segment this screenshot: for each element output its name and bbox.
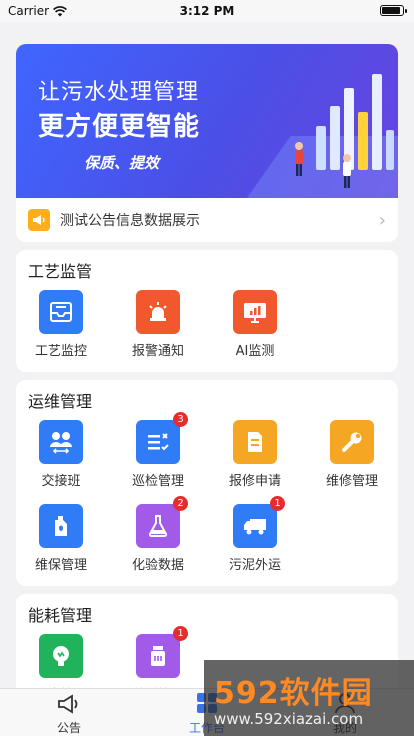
process-monitor-button[interactable]: 工艺监控 [16,290,106,359]
megaphone-icon [28,209,50,231]
item-label: 报修申请 [228,474,281,489]
item-label: 交接班 [41,474,81,489]
banner-illustration-bar [372,74,382,170]
tab-label: 公告 [56,721,81,735]
item-label: AI监测 [235,344,275,359]
service-manage-button[interactable]: 维保管理 [16,504,106,573]
truck-icon: 1 [233,496,285,548]
maintenance-manage-button[interactable]: 维修管理 [307,420,397,489]
watermark-url: www.592xiazai.com [214,710,364,728]
announcement-row[interactable]: 测试公告信息数据展示 › [16,198,398,242]
inspection-manage-button[interactable]: 3 巡检管理 [113,412,203,489]
people-swap-icon [39,420,83,464]
item-label: 污泥外运 [228,558,281,573]
lab-data-button[interactable]: 2 化验数据 [113,496,203,573]
sludge-transport-button[interactable]: 1 污泥外运 [210,496,300,573]
banner-headline-line1: 让污水处理管理 [38,80,200,105]
tab-announcement[interactable]: 公告 [0,689,138,736]
monitor-chart-icon [233,290,277,334]
inbox-tray-icon [39,290,83,334]
ai-monitor-button[interactable]: AI监测 [210,290,300,359]
clock: 3:12 PM [179,4,235,18]
notification-badge: 1 [173,626,188,641]
medicine-bottle-icon: 1 [136,626,188,678]
notification-badge: 3 [173,412,188,427]
megaphone-outline-icon [58,694,78,714]
section-title: 运维管理 [28,392,93,411]
section-process-supervision: 工艺监管 工艺监控 报警通知 AI监测 [16,250,398,372]
item-label: 巡检管理 [131,474,184,489]
lightbulb-icon [39,634,83,678]
watermark-brand: 592软件园 [214,676,373,711]
banner-tagline: 保质、提效 [84,154,160,172]
section-title: 工艺监管 [28,262,93,281]
checklist-icon: 3 [136,412,188,464]
item-label: 维保管理 [34,558,87,573]
status-bar: Carrier 3:12 PM [0,0,414,22]
chevron-right-icon: › [378,209,386,231]
alarm-siren-icon [136,290,180,334]
notification-badge: 1 [270,496,285,511]
section-operations: 运维管理 交接班 3 巡检管理 报修申请 维修管理 维保管理 2 化验数据 1 … [16,380,398,586]
banner-headline-line2: 更方便更智能 [38,112,201,142]
promo-banner[interactable]: 让污水处理管理 更方便更智能 保质、提效 [16,44,398,198]
repair-request-button[interactable]: 报修申请 [210,420,300,489]
item-label: 工艺监控 [34,344,87,359]
shift-handover-button[interactable]: 交接班 [16,420,106,489]
alarm-notice-button[interactable]: 报警通知 [113,290,203,359]
banner-illustration-bar [386,130,394,170]
battery-icon [380,5,407,16]
item-label: 化验数据 [131,558,184,573]
item-label: 报警通知 [131,344,184,359]
watermark-overlay: 592软件园 www.592xiazai.com [204,660,414,736]
banner-people-illustration [295,142,351,188]
oil-can-icon [39,504,83,548]
wrench-icon [330,420,374,464]
notification-badge: 2 [173,496,188,511]
banner-card: 让污水处理管理 更方便更智能 保质、提效 测试公告信息数据展示 › [16,44,398,242]
flask-icon: 2 [136,496,188,548]
section-title: 能耗管理 [28,606,93,625]
item-label: 维修管理 [325,474,378,489]
announcement-text: 测试公告信息数据展示 [60,213,200,229]
document-icon [233,420,277,464]
